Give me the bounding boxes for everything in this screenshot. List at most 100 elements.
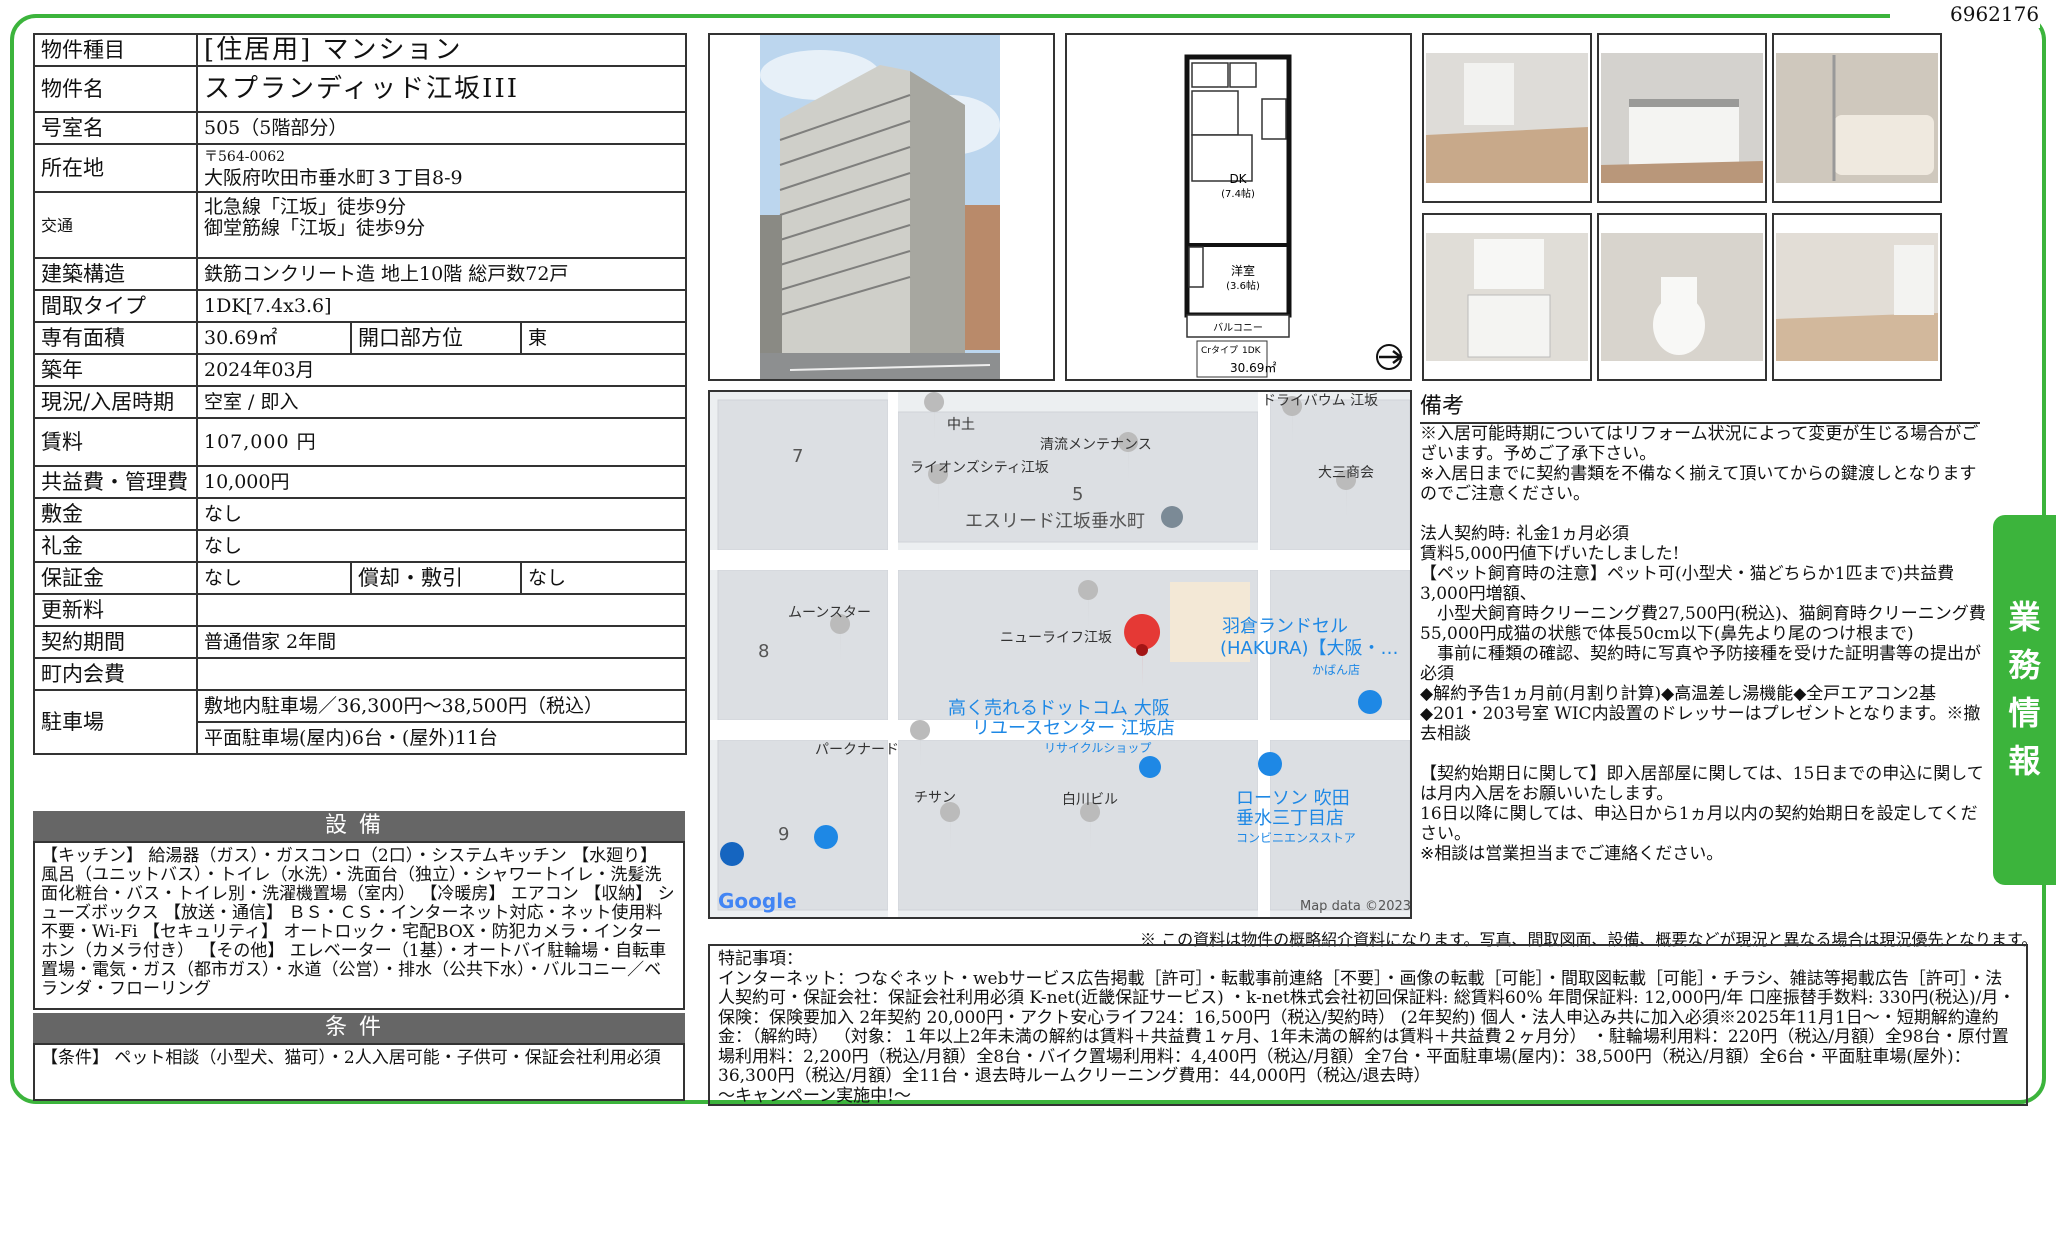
deposit-label: 敷金 xyxy=(33,497,198,531)
map-label-20: コンビニエンスストア xyxy=(1236,831,1356,845)
map-label-3: ドライバウム 江坂 xyxy=(1262,393,1378,409)
contract-value: 普通借家 2年間 xyxy=(195,625,688,659)
google-logo: Google xyxy=(718,889,797,913)
access-label: 交通 xyxy=(33,191,198,259)
remarks-text: ※入居可能時期についてはリフォーム状況によって変更が生じる場合がございます。予め… xyxy=(1420,424,1986,864)
map-label-1: 中土 xyxy=(947,417,975,433)
floor-plan-layout: 1DK xyxy=(1242,346,1262,356)
interior-photo-1[interactable] xyxy=(1422,33,1592,203)
special-notes: 特記事項： インターネット：つなぐネット・webサービス広告掲載［許可］・転載事… xyxy=(708,944,2028,1106)
type-value: [住居用] マンション xyxy=(195,33,688,67)
status-label: 現況/入居時期 xyxy=(33,385,198,419)
interior-photo-5[interactable] xyxy=(1597,213,1767,381)
direction-label: 開口部方位 xyxy=(350,321,522,355)
area-label: 専有面積 xyxy=(33,321,198,355)
rent-label: 賃料 xyxy=(33,417,198,467)
key-money-label: 礼金 xyxy=(33,529,198,563)
room-value: 505（5階部分） xyxy=(195,111,688,145)
remarks-title: 備考 xyxy=(1420,388,1980,424)
interior-photo-2[interactable] xyxy=(1597,33,1767,203)
map-block-5: 5 xyxy=(1072,484,1083,505)
map-label-14: リサイクルショップ xyxy=(1044,741,1151,755)
layout-label: 間取タイプ xyxy=(33,289,198,323)
floor-plan[interactable]: DK (7.4帖) 洋室 (3.6帖) バルコニー Crタイプ 1DK 30.6… xyxy=(1065,33,1412,381)
contract-label: 契約期間 xyxy=(33,625,198,659)
amortization-value: なし xyxy=(519,561,688,595)
area-map[interactable]: 中土 清流メンテナンス ドライバウム 江坂 ライオンズシティ江坂 大三商会 ムー… xyxy=(708,390,1412,919)
type-label: 物件種目 xyxy=(33,33,198,67)
floor-plan-dk-size: (7.4帖) xyxy=(1221,187,1255,200)
map-block-9: 9 xyxy=(778,824,789,845)
access-line-2: 御堂筋線「江坂」徒歩9分 xyxy=(204,217,426,239)
area-map-image: 中土 清流メンテナンス ドライバウム 江坂 ライオンズシティ江坂 大三商会 ムー… xyxy=(710,392,1410,917)
map-block-7: 7 xyxy=(792,446,803,467)
renewal-value xyxy=(195,593,688,627)
map-label-4: ライオンズシティ江坂 xyxy=(910,460,1049,476)
map-label-19: 垂水三丁目店 xyxy=(1236,808,1344,829)
conditions-text: 【条件】 ペット相談（小型犬、猫可）・2人入居可能・子供可・保証会社利用必須 xyxy=(33,1043,685,1101)
amortization-label: 償却・敷引 xyxy=(350,561,522,595)
rent-value: 107,000 円 xyxy=(195,417,688,467)
map-label-17: 白川ビル xyxy=(1062,792,1118,808)
address-value: 大阪府吹田市垂水町３丁目8-9 xyxy=(204,167,463,189)
direction-value: 東 xyxy=(519,321,688,355)
fee-label: 共益費・管理費 xyxy=(33,465,198,499)
guarantee-value: なし xyxy=(196,561,352,595)
interior-photo-3[interactable] xyxy=(1772,33,1942,203)
deposit-value: なし xyxy=(195,497,688,531)
guarantee-label: 保証金 xyxy=(33,561,198,595)
area-value: 30.69㎡ xyxy=(196,321,352,355)
document-number: 6962176 xyxy=(1950,2,2040,26)
name-label: 物件名 xyxy=(33,65,198,113)
renewal-label: 更新料 xyxy=(33,593,198,627)
access-cell: 北急線「江坂」徒歩9分 御堂筋線「江坂」徒歩9分 xyxy=(195,191,688,259)
key-money-value: なし xyxy=(195,529,688,563)
interior-photo-4[interactable] xyxy=(1422,213,1592,381)
side-tab-business-info[interactable]: 業務情報 xyxy=(1993,515,2056,885)
access-line-1: 北急線「江坂」徒歩9分 xyxy=(204,196,407,218)
conditions-header: 条件 xyxy=(33,1013,685,1043)
fee-value: 10,000円 xyxy=(195,465,688,499)
map-label-7: ムーンスター xyxy=(788,605,871,621)
parking-line-1: 敷地内駐車場／36,300円～38,500円（税込） xyxy=(195,689,688,723)
built-value: 2024年03月 xyxy=(195,353,688,387)
property-info-table: 物件種目 [住居用] マンション 物件名 スプランディッド江坂III 号室名 505（… xyxy=(33,33,688,755)
building-photo[interactable] xyxy=(708,33,1055,381)
map-label-18: ローソン 吹田 xyxy=(1236,788,1350,809)
interior-photo-2-image xyxy=(1599,35,1765,201)
map-label-13: リユースセンター 江坂店 xyxy=(972,718,1175,739)
map-label-5: 大三商会 xyxy=(1318,465,1374,481)
address-cell: 〒564-0062 大阪府吹田市垂水町３丁目8-9 xyxy=(195,143,688,193)
map-label-16: チサン xyxy=(914,790,956,806)
interior-photo-4-image xyxy=(1424,215,1590,379)
parking-line-2: 平面駐車場(屋内)6台・(屋外)11台 xyxy=(195,721,688,755)
layout-value: 1DK[7.4x3.6] xyxy=(195,289,688,323)
map-label-2: 清流メンテナンス xyxy=(1040,437,1152,453)
interior-photo-3-image xyxy=(1774,35,1940,201)
floor-plan-area: 30.69㎡ xyxy=(1230,361,1276,375)
room-label: 号室名 xyxy=(33,111,198,145)
interior-photo-1-image xyxy=(1424,35,1590,201)
town-fee-value xyxy=(195,657,688,691)
floor-plan-western-size: (3.6帖) xyxy=(1226,279,1260,292)
equipment-header: 設備 xyxy=(33,811,685,841)
map-label-10: (HAKURA)【大阪・… xyxy=(1220,638,1398,659)
building-photo-image xyxy=(710,35,1053,379)
map-label-9: 羽倉ランドセル xyxy=(1222,616,1348,637)
interior-photo-6[interactable] xyxy=(1772,213,1942,381)
map-block-8: 8 xyxy=(758,641,769,662)
floor-plan-western-label: 洋室 xyxy=(1231,263,1255,278)
floor-plan-drawing: DK (7.4帖) 洋室 (3.6帖) バルコニー Crタイプ 1DK 30.6… xyxy=(1067,35,1410,379)
property-name: スプランディッド江坂III xyxy=(195,65,688,113)
map-label-12: 高く売れるドットコム 大阪 xyxy=(948,698,1170,719)
floor-plan-type: Crタイプ xyxy=(1201,345,1238,356)
map-label-11: かばん店 xyxy=(1312,663,1360,677)
town-fee-label: 町内会費 xyxy=(33,657,198,691)
equipment-text: 【キッチン】 給湯器（ガス）・ガスコンロ（2口）・システムキッチン 【水廻り】 … xyxy=(33,841,685,1010)
address-label: 所在地 xyxy=(33,143,198,193)
status-value: 空室 / 即入 xyxy=(195,385,688,419)
floor-plan-dk-label: DK xyxy=(1229,172,1247,186)
floor-plan-balcony-label: バルコニー xyxy=(1213,322,1263,334)
built-label: 築年 xyxy=(33,353,198,387)
map-label-15: パークナード xyxy=(815,742,899,758)
